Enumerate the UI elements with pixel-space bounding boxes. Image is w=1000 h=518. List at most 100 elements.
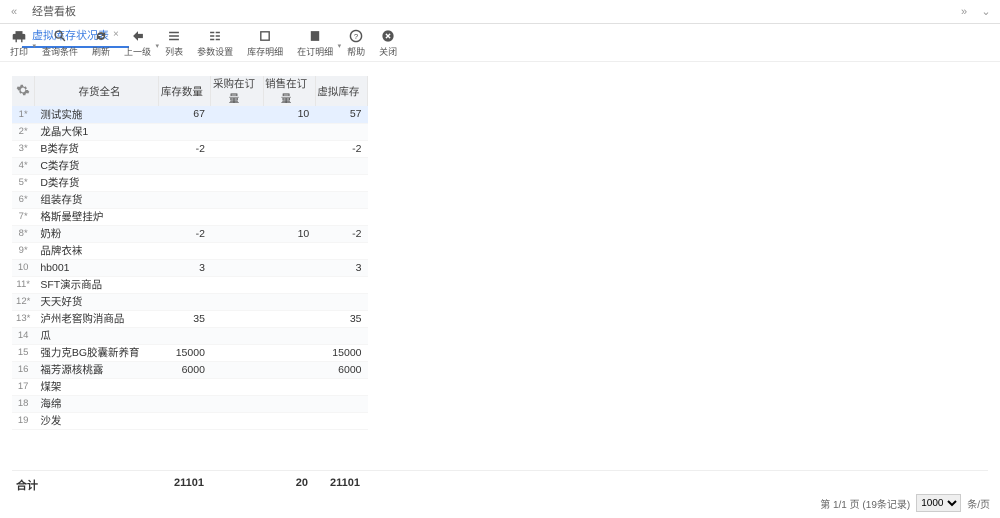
table-row[interactable]: 17煤架 xyxy=(12,378,368,395)
cell-idx: 8* xyxy=(12,225,34,242)
cell-idx: 7* xyxy=(12,208,34,225)
cell-idx: 4* xyxy=(12,157,34,174)
table-row[interactable]: 18海绵 xyxy=(12,395,368,412)
cell-sale xyxy=(263,327,315,344)
cell-purchase xyxy=(211,412,263,429)
cell-purchase xyxy=(211,106,263,123)
table-row[interactable]: 12*天天好货 xyxy=(12,293,368,310)
caret-icon: ▾ xyxy=(33,42,37,50)
cell-stock xyxy=(159,276,211,293)
tab-label: 经营看板 xyxy=(32,3,76,19)
cell-stock: 3 xyxy=(159,259,211,276)
refresh-button[interactable]: 刷新 xyxy=(92,28,110,58)
cell-sale xyxy=(263,259,315,276)
tab-prev-icon[interactable]: « xyxy=(6,4,22,20)
cell-sale xyxy=(263,395,315,412)
table-row[interactable]: 11*SFT演示商品 xyxy=(12,276,368,293)
help-icon: ? xyxy=(348,28,364,44)
cell-sale xyxy=(263,276,315,293)
close-icon[interactable]: × xyxy=(113,29,119,40)
table-row[interactable]: 6*组装存货 xyxy=(12,191,368,208)
col-name[interactable]: 存货全名 xyxy=(34,76,158,106)
table-row[interactable]: 8*奶粉-210-2 xyxy=(12,225,368,242)
table-row[interactable]: 3*B类存货-2-2 xyxy=(12,140,368,157)
cell-purchase xyxy=(211,242,263,259)
cell-purchase xyxy=(211,293,263,310)
cell-virtual: 35 xyxy=(315,310,367,327)
table-row[interactable]: 4*C类存货 xyxy=(12,157,368,174)
prev-button[interactable]: 上一级▾ xyxy=(124,28,151,58)
cell-purchase xyxy=(211,123,263,140)
tab-expand-icon[interactable]: ⌄ xyxy=(978,4,994,20)
cell-sale xyxy=(263,293,315,310)
table-row[interactable]: 7*格斯曼壁挂炉 xyxy=(12,208,368,225)
cell-sale xyxy=(263,361,315,378)
cell-virtual xyxy=(315,276,367,293)
cell-purchase xyxy=(211,276,263,293)
print-icon xyxy=(11,28,27,44)
table-row[interactable]: 16福芳源核桃露60006000 xyxy=(12,361,368,378)
cell-name: 组装存货 xyxy=(34,191,158,208)
order-button[interactable]: 在订明细▾ xyxy=(297,28,333,58)
cell-idx: 10 xyxy=(12,259,34,276)
cell-virtual xyxy=(315,395,367,412)
cell-purchase xyxy=(211,378,263,395)
col-purchase[interactable]: 采购在订量 xyxy=(211,76,263,106)
cell-idx: 17 xyxy=(12,378,34,395)
col-sale[interactable]: 销售在订量 xyxy=(263,76,315,106)
col-stock[interactable]: 库存数量 xyxy=(159,76,211,106)
cell-name: D类存货 xyxy=(34,174,158,191)
grid-container: 存货全名 库存数量 采购在订量 销售在订量 虚拟库存 1*测试实施6710572… xyxy=(0,62,1000,430)
table-row[interactable]: 10hb00133 xyxy=(12,259,368,276)
prev-icon xyxy=(130,28,146,44)
table-row[interactable]: 19沙发 xyxy=(12,412,368,429)
batch-icon xyxy=(207,28,223,44)
cell-name: 福芳源核桃露 xyxy=(34,361,158,378)
list-button[interactable]: 列表 xyxy=(165,28,183,58)
tool-label: 关闭 xyxy=(379,45,397,58)
help-button[interactable]: ?帮助 xyxy=(347,28,365,58)
cell-virtual xyxy=(315,293,367,310)
totals-stock: 21101 xyxy=(158,477,210,493)
table-row[interactable]: 9*品牌衣袜 xyxy=(12,242,368,259)
cell-sale xyxy=(263,412,315,429)
cell-sale xyxy=(263,140,315,157)
cell-name: 龙晶大保1 xyxy=(34,123,158,140)
cell-idx: 6* xyxy=(12,191,34,208)
col-virtual[interactable]: 虚拟库存 xyxy=(315,76,367,106)
cell-purchase xyxy=(211,361,263,378)
cell-name: 泸州老窖购消商品 xyxy=(34,310,158,327)
detail-button[interactable]: 库存明细 xyxy=(247,28,283,58)
cell-idx: 13* xyxy=(12,310,34,327)
cell-virtual xyxy=(315,378,367,395)
cell-sale xyxy=(263,174,315,191)
cell-stock xyxy=(159,174,211,191)
table-row[interactable]: 1*测试实施671057 xyxy=(12,106,368,123)
cell-sale xyxy=(263,191,315,208)
settings-header[interactable] xyxy=(12,76,34,106)
cell-purchase xyxy=(211,191,263,208)
close-button[interactable]: 关闭 xyxy=(379,28,397,58)
cell-idx: 18 xyxy=(12,395,34,412)
tab-next-icon[interactable]: » xyxy=(956,4,972,20)
page-size-select[interactable]: 1000 xyxy=(916,494,961,512)
cell-stock xyxy=(159,242,211,259)
cell-idx: 15 xyxy=(12,344,34,361)
cell-sale xyxy=(263,208,315,225)
print-button[interactable]: 打印▾ xyxy=(10,28,28,58)
table-row[interactable]: 5*D类存货 xyxy=(12,174,368,191)
cell-sale: 10 xyxy=(263,225,315,242)
cell-idx: 12* xyxy=(12,293,34,310)
cell-virtual xyxy=(315,412,367,429)
tab-1[interactable]: 经营看板 xyxy=(22,0,129,24)
table-row[interactable]: 2*龙晶大保1 xyxy=(12,123,368,140)
table-row[interactable]: 13*泸州老窖购消商品3535 xyxy=(12,310,368,327)
table-row[interactable]: 15强力克BG胶囊新养育1500015000 xyxy=(12,344,368,361)
query-button[interactable]: 查询条件 xyxy=(42,28,78,58)
cell-purchase xyxy=(211,157,263,174)
table-row[interactable]: 14瓜 xyxy=(12,327,368,344)
batch-button[interactable]: 参数设置 xyxy=(197,28,233,58)
cell-virtual xyxy=(315,157,367,174)
cell-virtual: 3 xyxy=(315,259,367,276)
tool-label: 刷新 xyxy=(92,45,110,58)
